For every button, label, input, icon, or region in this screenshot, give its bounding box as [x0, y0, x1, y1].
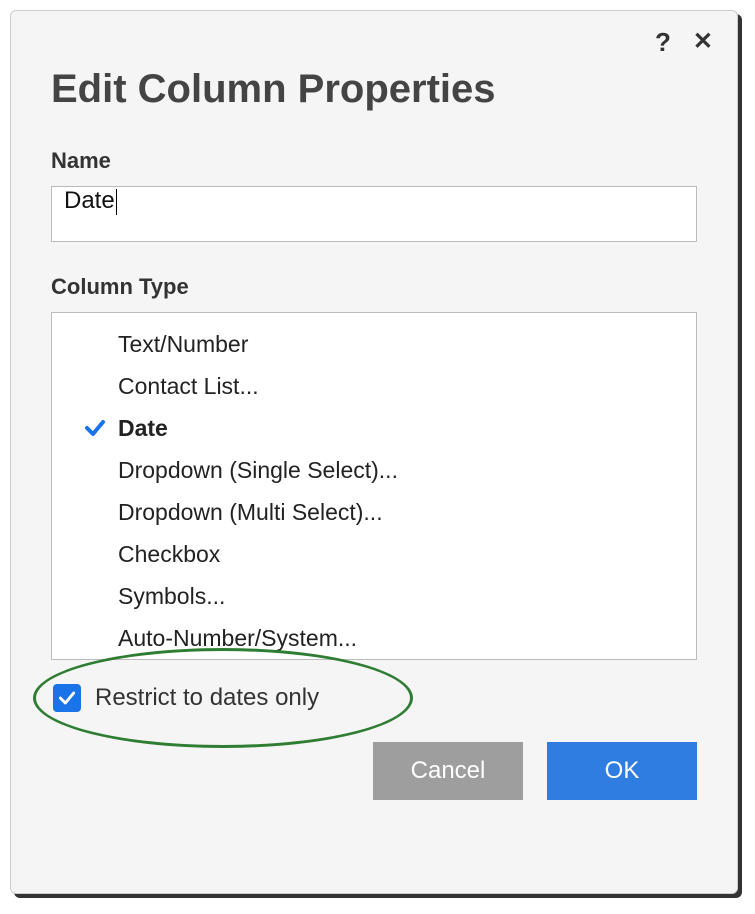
type-option-label: Checkbox — [118, 541, 220, 568]
check-column — [72, 416, 118, 440]
type-option[interactable]: Contact List... — [52, 365, 696, 407]
checkmark-icon — [83, 416, 107, 440]
type-option[interactable]: Date — [52, 407, 696, 449]
type-option[interactable]: Symbols... — [52, 575, 696, 617]
cancel-button[interactable]: Cancel — [373, 742, 523, 800]
help-icon[interactable]: ? — [655, 29, 671, 55]
name-input[interactable]: Date — [51, 186, 697, 242]
column-type-list: Text/Number Contact List... Date Dropdown (… — [51, 312, 697, 660]
type-option[interactable]: Text/Number — [52, 323, 696, 365]
ok-button[interactable]: OK — [547, 742, 697, 800]
restrict-checkbox-row: Restrict to dates only — [51, 684, 697, 712]
restrict-checkbox-label: Restrict to dates only — [95, 684, 319, 712]
type-option-label: Text/Number — [118, 331, 248, 358]
type-option-label: Contact List... — [118, 373, 259, 400]
type-option-label: Dropdown (Single Select)... — [118, 457, 398, 484]
dialog-title: Edit Column Properties — [51, 67, 697, 112]
column-type-label: Column Type — [51, 274, 697, 300]
restrict-checkbox[interactable] — [53, 684, 81, 712]
text-cursor — [116, 189, 117, 215]
edit-column-dialog: ? ✕ Edit Column Properties Name Date Col… — [10, 10, 738, 894]
close-icon[interactable]: ✕ — [693, 30, 713, 54]
name-label: Name — [51, 148, 697, 174]
name-input-value: Date — [64, 187, 115, 214]
checkmark-icon — [57, 688, 77, 708]
type-option[interactable]: Checkbox — [52, 533, 696, 575]
type-option-label: Auto-Number/System... — [118, 625, 357, 652]
type-option-label: Symbols... — [118, 583, 225, 610]
type-option-label: Dropdown (Multi Select)... — [118, 499, 383, 526]
type-option[interactable]: Auto-Number/System... — [52, 617, 696, 659]
type-option-label: Date — [118, 415, 168, 442]
type-option[interactable]: Dropdown (Single Select)... — [52, 449, 696, 491]
type-option[interactable]: Dropdown (Multi Select)... — [52, 491, 696, 533]
